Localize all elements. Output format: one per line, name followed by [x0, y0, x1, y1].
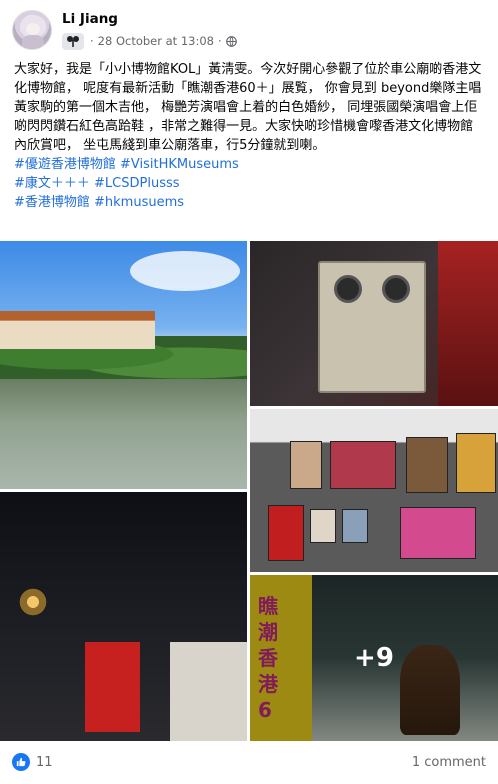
- group-badge-icon[interactable]: [62, 32, 84, 50]
- author-name[interactable]: Li Jiang: [62, 11, 118, 27]
- poster: [268, 505, 304, 561]
- white-display-wall: [170, 642, 247, 741]
- red-wall: [438, 241, 498, 406]
- red-display: [85, 642, 140, 732]
- cloud: [130, 251, 240, 291]
- avatar[interactable]: [12, 10, 52, 50]
- globe-icon[interactable]: [225, 35, 237, 47]
- photo-exhibition-entrance[interactable]: 瞧 潮 香 港 6 +9: [250, 575, 498, 741]
- poster: [310, 509, 336, 543]
- reel-to-reel-deck: [318, 261, 426, 393]
- hashtag-line[interactable]: #優遊香港博物館 #VisitHKMuseums: [14, 155, 486, 174]
- hashtag-list: #優遊香港博物館 #VisitHKMuseums #康文＋＋＋ #LCSDPlu…: [14, 155, 486, 212]
- poster: [456, 433, 496, 493]
- avatar-face: [26, 23, 40, 35]
- reactions-summary[interactable]: 11: [12, 753, 53, 771]
- poster: [406, 437, 448, 493]
- post-footer: 11 1 comment: [12, 750, 486, 774]
- photo-poster-wall[interactable]: [250, 409, 498, 572]
- photo-museum-exterior[interactable]: [0, 241, 247, 489]
- post-separator: ·: [90, 34, 94, 48]
- post-meta: · 28 October at 13:08 ·: [62, 32, 237, 50]
- avatar-body: [22, 35, 44, 49]
- post-message: 大家好，我是「小小博物館KOL」黃淸雯。今次好開心參觀了位於車公廟啲香港文化博物…: [14, 62, 482, 153]
- photo-grid: 瞧 潮 香 港 6 +9: [0, 241, 498, 741]
- museum-building: [0, 311, 155, 349]
- reel-left: [334, 275, 362, 303]
- river: [0, 379, 247, 489]
- reel-right: [382, 275, 410, 303]
- poster: [342, 509, 368, 543]
- poster: [330, 441, 396, 489]
- more-photos-overlay[interactable]: +9: [250, 575, 498, 741]
- post-header: Li Jiang · 28 October at 13:08 ·: [12, 10, 486, 54]
- poster: [400, 507, 476, 559]
- post-body: 大家好，我是「小小博物館KOL」黃淸雯。今次好開心參觀了位於車公廟啲香港文化博物…: [14, 60, 486, 212]
- poster: [290, 441, 322, 489]
- like-count: 11: [36, 754, 53, 770]
- like-icon: [12, 753, 30, 771]
- photo-tape-deck[interactable]: [250, 241, 498, 406]
- hashtag-line[interactable]: #康文＋＋＋ #LCSDPlusss: [14, 174, 486, 193]
- hashtag-line[interactable]: #香港博物館 #hkmusuems: [14, 193, 486, 212]
- more-photos-count: +9: [354, 643, 394, 673]
- post-timestamp[interactable]: 28 October at 13:08: [98, 34, 214, 48]
- meta-dot: ·: [217, 34, 222, 48]
- photo-exhibition-hall[interactable]: [0, 492, 247, 741]
- chandelier: [8, 587, 58, 617]
- comment-count[interactable]: 1 comment: [412, 755, 486, 770]
